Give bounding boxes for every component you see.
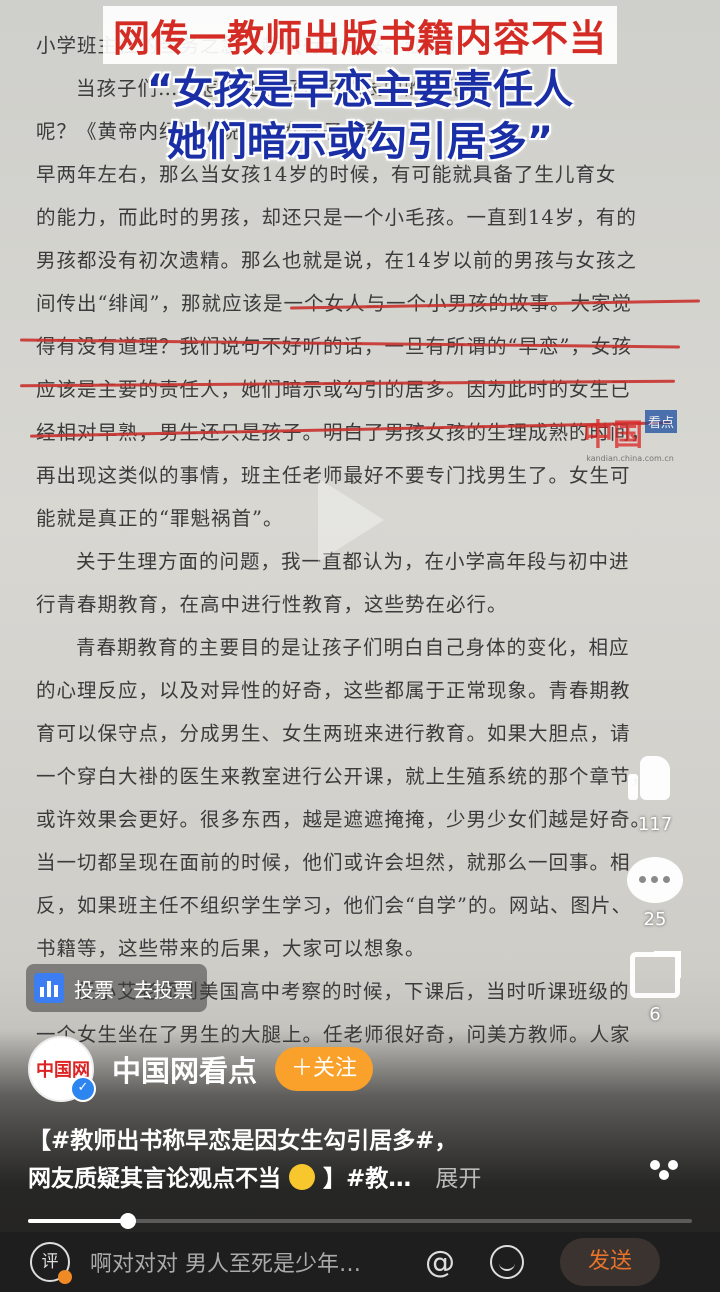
video-progress-bar[interactable] [28,1213,692,1229]
vote-badge[interactable]: 投票 · 去投票 [26,964,208,1012]
caption-line-2: 网友质疑其言论观点不当 [28,1166,281,1192]
like-action[interactable]: 117 [610,750,700,835]
caption-line-2-tail: 】#教… [323,1166,412,1192]
play-icon[interactable] [318,478,384,562]
progress-fill [28,1219,128,1223]
author-row: 中国网 ✓ 中国网看点 ＋关注 [28,1036,374,1102]
watermark-main: 中国 [582,418,643,453]
watermark-side: 看点 [644,410,677,433]
comment-compose-icon[interactable]: 评 [30,1242,72,1284]
comment-count: 25 [643,909,667,930]
thumbs-up-icon[interactable] [626,750,684,808]
action-rail: 117 25 6 [610,750,700,1047]
avatar[interactable]: 中国网 ✓ [28,1036,96,1102]
headline-line-1: 网传一教师出版书籍内容不当 [103,6,617,64]
book-text-line: 当一切都呈现在面前的时候，他们或许会坦然，就那么一回事。相 [36,851,631,874]
watermark-url: kandian.china.com.cn [586,454,674,463]
expand-link[interactable]: 展开 [435,1166,481,1192]
video-frame[interactable]: 小学班主任的当务之急，赶快行动起来。让我们当孩子们……怎样处理好孩子成长中的变化… [0,0,720,1292]
author-name[interactable]: 中国网看点 [112,1048,257,1090]
book-text-line: 应该是主要的责任人，她们暗示或勾引的居多。因为此时的女生已 [36,378,631,401]
comment-compose-label: 评 [41,1252,59,1272]
follow-button[interactable]: ＋关注 [275,1047,374,1091]
book-text-line: 或许效果会更好。很多东西，越是遮遮掩掩，少男少女们越是好奇。 [36,808,652,831]
progress-knob[interactable] [119,1213,136,1229]
book-text-line: 行青春期教育，在高中进行性教育，这些势在必行。 [36,593,508,616]
share-action[interactable]: 6 [610,951,700,1025]
comment-input[interactable]: 啊对对对 男人至死是少年… [90,1246,410,1278]
china-kandian-watermark: 中国 看点 kandian.china.com.cn [575,410,685,463]
book-text-line: 一个穿白大褂的医生来教室进行公开课，就上生殖系统的那个章节， [36,765,652,788]
book-text-line: 育可以保守点，分成男生、女生两班来进行教育。如果大胆点，请 [36,722,631,745]
emoji-icon[interactable] [490,1245,524,1279]
book-text-line: 青春期教育的主要目的是让孩子们明白自己身体的变化，相应 [76,636,630,659]
mention-icon[interactable]: @ [420,1245,460,1280]
headline-line-2: “女孩是早恋主要责任人 [146,67,574,113]
comment-input-bar: 评 啊对对对 男人至死是少年… @ 发送 [0,1232,720,1292]
more-options-icon[interactable] [638,1160,690,1180]
caption-line-1: 【#教师出书称早恋是因女生勾引居多#， [28,1128,458,1154]
share-icon[interactable] [630,951,681,998]
caption-line-2-wrap: 网友质疑其言论观点不当 】#教… 展开 [28,1160,588,1198]
book-text-line: 的心理反应，以及对异性的好奇，这些都属于正常现象。青春期教 [36,679,631,702]
video-caption[interactable]: 【#教师出书称早恋是因女生勾引居多#， 网友质疑其言论观点不当 】#教… 展开 [28,1122,588,1198]
comment-action[interactable]: 25 [610,857,700,930]
book-text-line: 反，如果班主任不组织学生学习，他们会“自学”的。网站、图片、 [36,894,632,917]
send-button[interactable]: 发送 [560,1238,660,1286]
book-text-line: 的能力，而此时的男孩，却还只是一个小毛孩。一直到14岁，有的 [36,206,637,229]
verified-badge-icon: ✓ [70,1076,96,1102]
grin-emoji-icon [289,1164,316,1190]
comment-bubble-icon[interactable] [627,857,683,903]
book-text-line: 男孩都没有初次遗精。那么也就是说，在14岁以前的男孩与女孩之 [36,249,637,272]
bar-chart-icon [34,973,64,1003]
share-count: 6 [649,1004,661,1025]
headline-overlay: 网传一教师出版书籍内容不当 “女孩是早恋主要责任人 她们暗示或勾引居多” [0,6,720,168]
headline-line-3: 她们暗示或勾引居多” [166,119,554,165]
vote-label: 投票 · 去投票 [74,977,194,1002]
like-count: 117 [637,814,673,835]
